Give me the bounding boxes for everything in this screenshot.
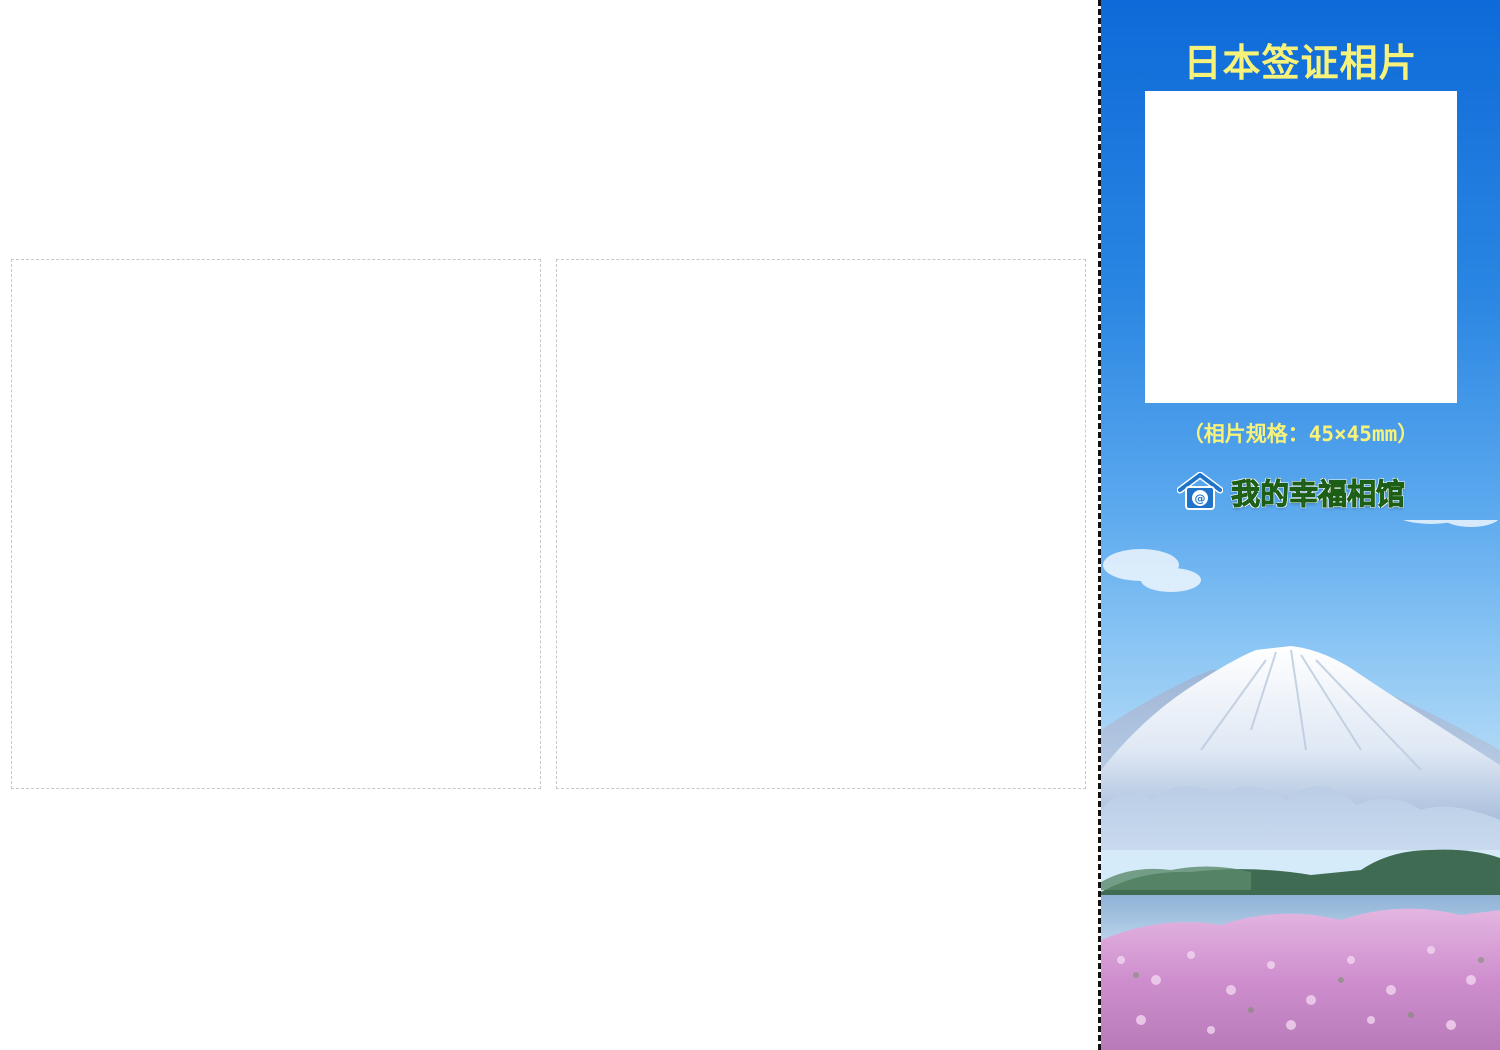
photo-slot-right[interactable] (556, 259, 1086, 789)
panel-title: 日本签证相片 (1183, 41, 1418, 85)
photo-slot-left[interactable] (11, 259, 541, 789)
studio-logo: @ 我的幸福相馆 (1177, 470, 1406, 514)
print-sheet: 日本签证相片 （相片规格：45×45mm） @ 我的幸福相馆 (0, 0, 1500, 1050)
visa-photo-box[interactable] (1145, 91, 1457, 403)
svg-text:@: @ (1195, 492, 1206, 505)
photo-spec-label: （相片规格：45×45mm） (1182, 422, 1419, 446)
mount-fuji-landscape-image (1101, 520, 1500, 1050)
studio-name: 我的幸福相馆 (1230, 477, 1406, 512)
visa-photo-panel: 日本签证相片 （相片规格：45×45mm） @ 我的幸福相馆 (1101, 0, 1500, 1050)
house-at-icon: @ (1177, 472, 1223, 510)
